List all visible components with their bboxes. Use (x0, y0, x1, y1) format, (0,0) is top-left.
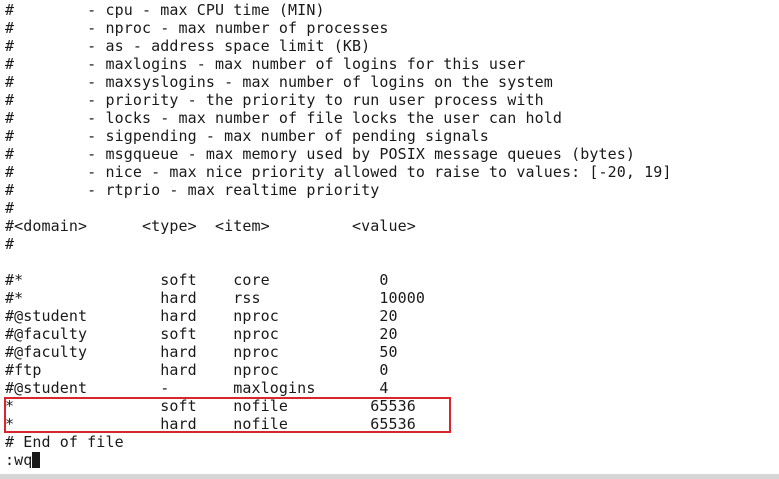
terminal-window[interactable]: # - cpu - max CPU time (MIN) # - nproc -… (0, 0, 779, 479)
limit-entry-line: #* hard rss 10000 (5, 289, 426, 307)
comment-line-nproc: # - nproc - max number of processes (5, 19, 389, 37)
command-line[interactable]: :wq (5, 451, 41, 469)
limit-entry-line: #@faculty hard nproc 50 (5, 343, 398, 361)
comment-line-msgqueue: # - msgqueue - max memory used by POSIX … (5, 145, 636, 163)
comment-line-maxlogins: # - maxlogins - max number of logins for… (5, 55, 526, 73)
limit-entry-line: #ftp hard nproc 0 (5, 361, 389, 379)
comment-line-maxsyslogins: # - maxsyslogins - max number of logins … (5, 73, 553, 91)
comment-line-locks: # - locks - max number of file locks the… (5, 109, 562, 127)
bottom-scrollbar[interactable] (0, 474, 779, 479)
comment-line-sigpending: # - sigpending - max number of pending s… (5, 127, 489, 145)
limit-entry-line: #@faculty soft nproc 20 (5, 325, 398, 343)
limit-entry-line: #@student - maxlogins 4 (5, 379, 389, 397)
comment-line-nice: # - nice - max nice priority allowed to … (5, 163, 672, 181)
limit-entry-line: #@student hard nproc 20 (5, 307, 398, 325)
end-of-file-line: # End of file (5, 433, 124, 451)
text-cursor (32, 452, 41, 468)
command-text[interactable]: :wq (5, 451, 32, 469)
comment-line-blank: # (5, 235, 15, 253)
comment-line-cpu: # - cpu - max CPU time (MIN) (5, 1, 325, 19)
comment-line-rtprio: # - rtprio - max realtime priority (5, 181, 380, 199)
highlight-annotation-box (4, 397, 451, 433)
comment-line-priority: # - priority - the priority to run user … (5, 91, 544, 109)
limit-entry-line: #* soft core 0 (5, 271, 389, 289)
comment-line-blank: # (5, 199, 15, 217)
column-header-line: #<domain> <type> <item> <value> (5, 217, 416, 235)
comment-line-as: # - as - address space limit (KB) (5, 37, 371, 55)
